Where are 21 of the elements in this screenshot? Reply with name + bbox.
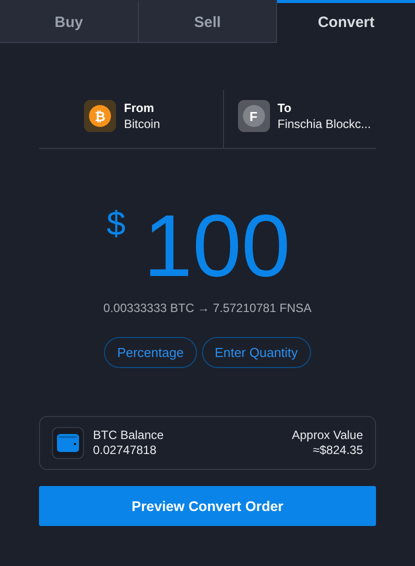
asset-label: To xyxy=(278,100,292,116)
amount-value[interactable]: 100 xyxy=(144,201,290,291)
asset-name: Finschia Blockc... xyxy=(278,116,371,132)
asset-selector[interactable]: F To Finschia Blockc... xyxy=(224,90,376,148)
mode-button[interactable]: Percentage xyxy=(104,337,197,368)
preview-order-button[interactable]: Preview Convert Order xyxy=(39,486,376,526)
asset-name: Bitcoin xyxy=(124,116,160,132)
coin-icon: F xyxy=(238,100,270,132)
balance-label: BTC Balance xyxy=(93,428,164,443)
balance-value: 0.02747818 xyxy=(93,443,158,458)
currency-symbol: $ xyxy=(106,205,126,244)
coin-icon: ₿ xyxy=(84,100,116,132)
approx-value: ≈$824.35 xyxy=(313,443,363,458)
tab[interactable]: Sell xyxy=(138,0,278,43)
tab[interactable]: Buy xyxy=(0,0,139,43)
asset-label: From xyxy=(124,100,155,116)
wallet-icon xyxy=(52,427,84,459)
approx-label: Approx Value xyxy=(292,428,363,443)
conversion-rate: 0.00333333 BTC → 7.57210781 FNSA xyxy=(103,301,312,315)
mode-button[interactable]: Enter Quantity xyxy=(202,337,311,368)
asset-selector[interactable]: ₿ From Bitcoin xyxy=(39,90,222,148)
